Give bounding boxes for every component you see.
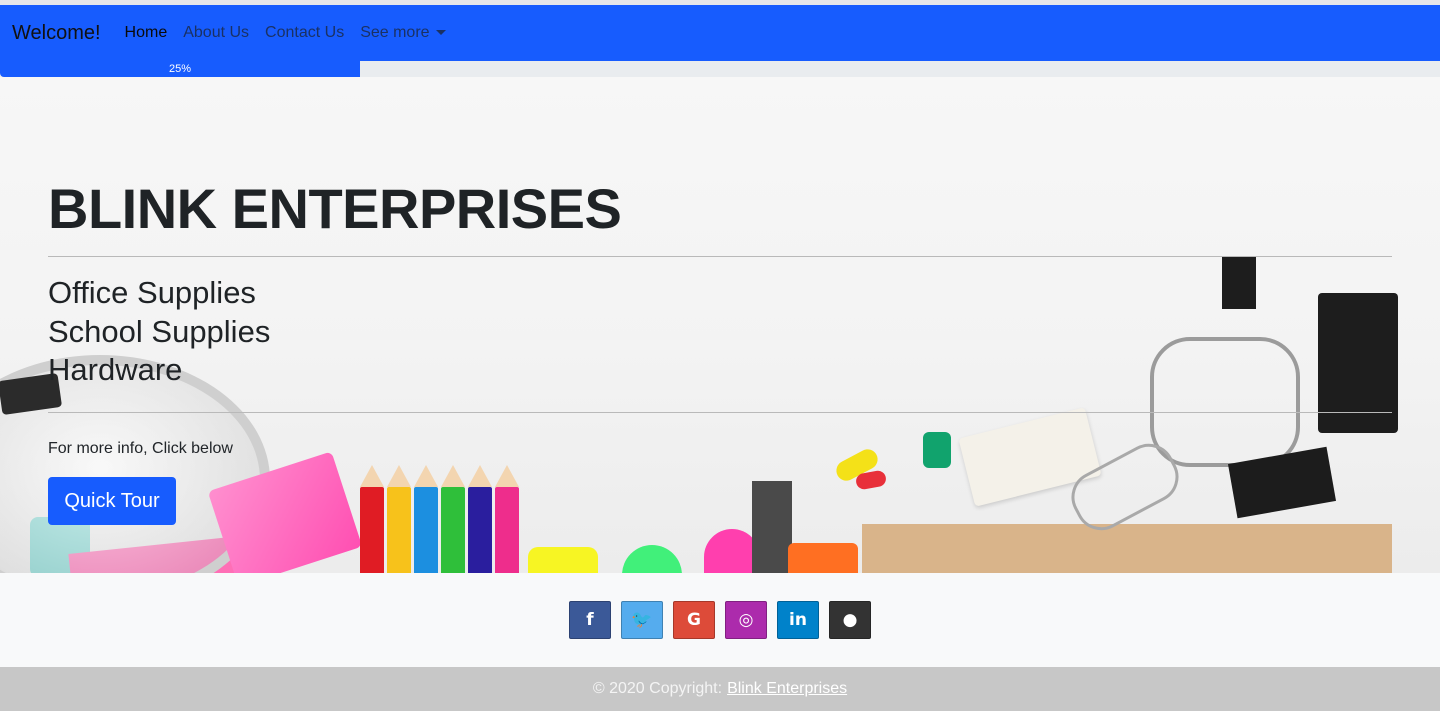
divider	[48, 412, 1392, 413]
instagram-icon[interactable]: ◎	[725, 601, 767, 639]
pencil-red-image	[360, 465, 384, 573]
cardboard-box-image	[862, 524, 1392, 573]
social-links: f 🐦 G ◎ in ●	[0, 573, 1440, 667]
nav-link-home[interactable]: Home	[125, 24, 168, 42]
lead-office-supplies: Office Supplies	[48, 275, 256, 310]
pencil-pink-image	[495, 465, 519, 573]
nav-dropdown-label: See more	[360, 24, 430, 41]
orange-sharpener-image	[788, 543, 858, 573]
pencil-green-image	[441, 465, 465, 573]
yellow-highlighter-image	[528, 547, 598, 573]
binder-clip-small-image	[1222, 257, 1256, 309]
progress-bar-track: 25%	[0, 61, 1440, 77]
lead-hardware: Hardware	[48, 352, 183, 387]
progress-bar-fill: 25%	[0, 61, 360, 77]
ruler-image	[752, 481, 792, 573]
twitter-icon[interactable]: 🐦	[621, 601, 663, 639]
footer-brand-link[interactable]: Blink Enterprises	[727, 680, 847, 698]
navbar: Welcome! Home About Us Contact Us See mo…	[0, 5, 1440, 61]
footer: © 2020 Copyright: Blink Enterprises	[0, 667, 1440, 711]
nav-link-contact-us[interactable]: Contact Us	[265, 24, 344, 42]
hero-jumbotron: BLINK ENTERPRISES Office Supplies School…	[0, 77, 1440, 573]
quick-tour-button[interactable]: Quick Tour	[48, 477, 176, 525]
green-pushpin-image	[923, 432, 951, 468]
caret-down-icon	[435, 30, 446, 36]
nav-link-about-us[interactable]: About Us	[183, 24, 249, 42]
nav-dropdown-see-more[interactable]: See more	[360, 24, 446, 42]
lead-school-supplies: School Supplies	[48, 314, 271, 349]
facebook-icon[interactable]: f	[569, 601, 611, 639]
copyright-text: © 2020 Copyright:	[592, 680, 723, 697]
navbar-brand[interactable]: Welcome!	[12, 22, 101, 45]
hero-title: BLINK ENTERPRISES	[48, 177, 622, 240]
paper-clip-image	[1150, 337, 1300, 467]
green-highlighter-image	[622, 545, 682, 573]
google-icon[interactable]: G	[673, 601, 715, 639]
divider	[48, 256, 1392, 257]
linkedin-icon[interactable]: in	[777, 601, 819, 639]
pencil-indigo-image	[468, 465, 492, 573]
info-text: For more info, Click below	[48, 440, 233, 457]
pencil-blue-image	[414, 465, 438, 573]
github-icon[interactable]: ●	[829, 601, 871, 639]
pencil-yellow-image	[387, 465, 411, 573]
